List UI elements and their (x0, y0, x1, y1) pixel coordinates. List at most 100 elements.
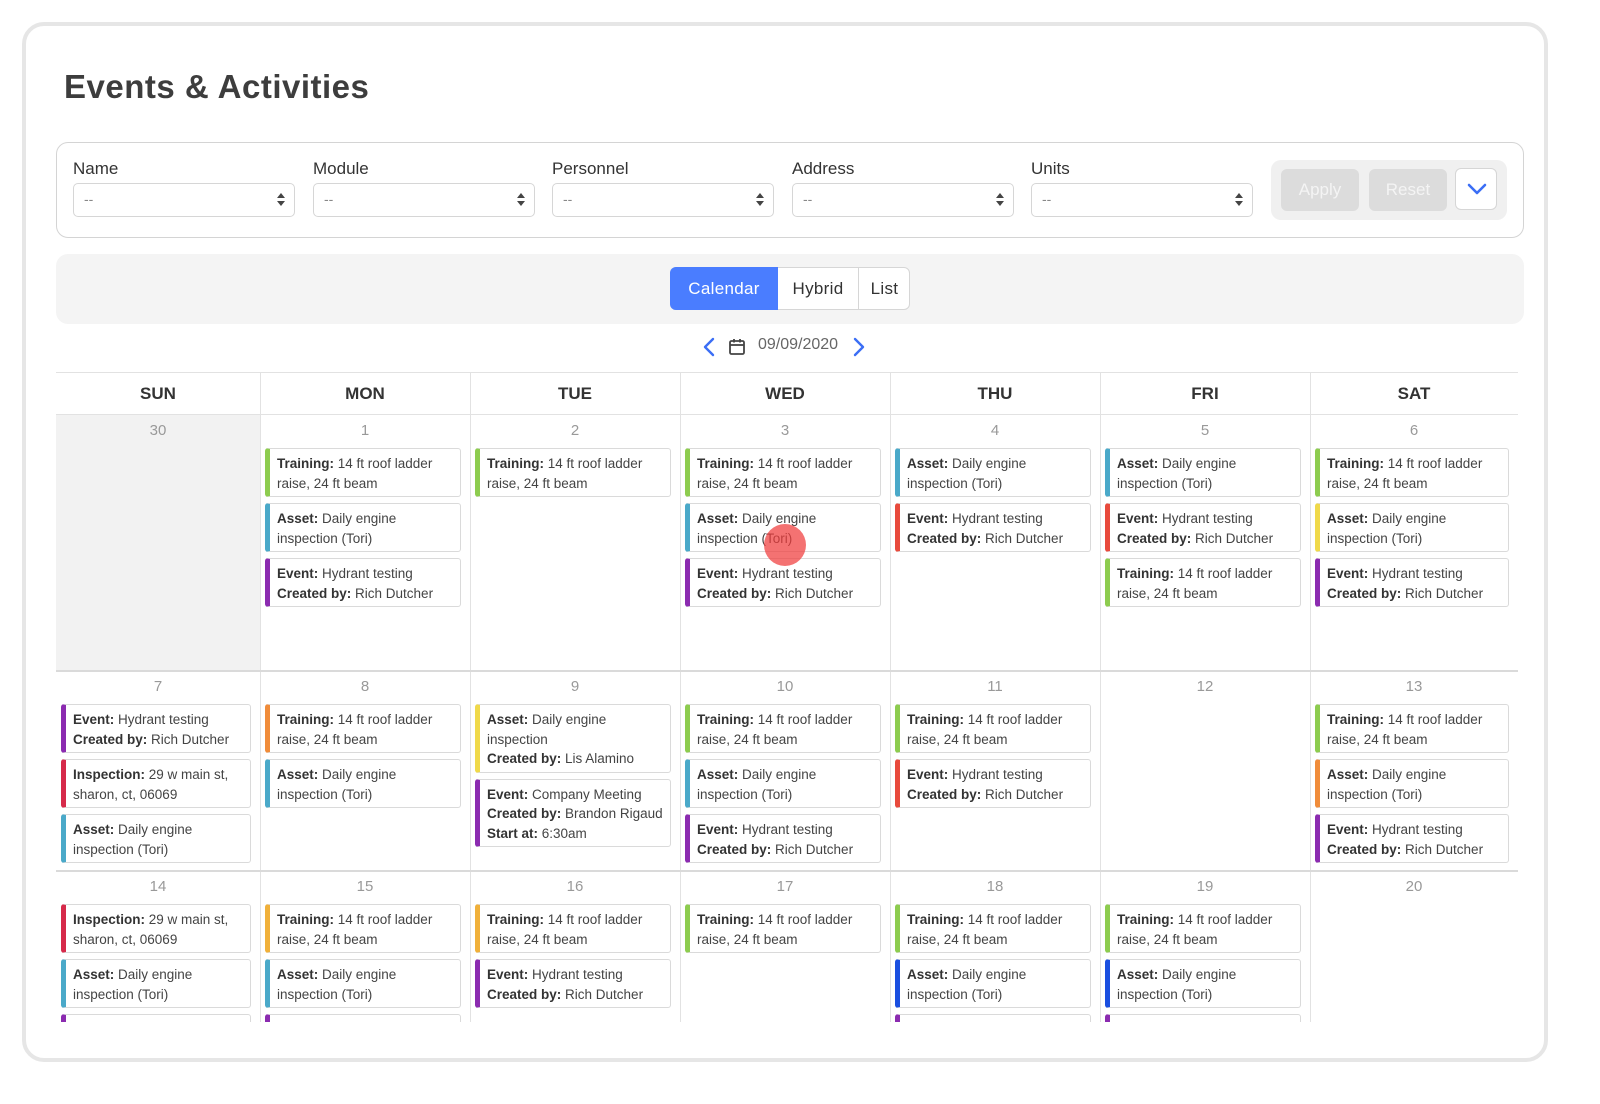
event-line-label: Event: (73, 712, 115, 727)
calendar-event[interactable]: Asset: Daily engine inspection (Tori) (61, 959, 251, 1008)
calendar-event[interactable]: Event: Hydrant testing Created by: Rich D… (1105, 503, 1301, 552)
calendar-day-cell[interactable]: 7 Event: Hydrant testing Created by: Rich … (56, 670, 260, 870)
calendar-day-cell[interactable]: 17 Training: 14 ft roof ladder raise, 24 … (680, 870, 890, 1022)
calendar-event[interactable]: Training: 14 ft roof ladder raise, 24 ft… (1315, 704, 1509, 753)
event-line-label: Created by: (1117, 530, 1192, 546)
calendar-event[interactable]: Event: Hydrant testing Created by: Rich D… (1315, 558, 1509, 607)
event-line-text: Rich Dutcher (147, 731, 230, 747)
event-line-label: Training: (487, 456, 544, 471)
calendar-day-cell[interactable]: 13 Training: 14 ft roof ladder raise, 24 … (1310, 670, 1518, 870)
column-divider (1100, 372, 1101, 1022)
calendar-event[interactable]: Asset: Daily engine inspection (Tori) (61, 814, 251, 863)
event-line-text: Hydrant testing (528, 967, 623, 982)
calendar-event[interactable]: Training: 14 ft roof ladder raise, 24 ft… (475, 904, 671, 953)
calendar-event[interactable]: Event: Hydrant testing Created by: Rich D… (61, 704, 251, 753)
module-select[interactable]: -- (313, 183, 535, 217)
calendar-event[interactable]: Training: 14 ft roof ladder raise, 24 ft… (265, 904, 461, 953)
event-line-label: Inspection: (73, 912, 146, 927)
calendar-event[interactable]: Asset: Daily engine inspection (Tori) (265, 759, 461, 808)
current-date[interactable]: 09/09/2020 (758, 336, 838, 354)
chevron-left-icon[interactable] (702, 337, 716, 357)
calendar-event[interactable]: Training: 14 ft roof ladder raise, 24 ft… (685, 704, 881, 753)
calendar-day-cell[interactable]: 6 Training: 14 ft roof ladder raise, 24 f… (1310, 414, 1518, 670)
expand-filters-button[interactable] (1455, 168, 1497, 210)
view-list-button[interactable]: List (858, 267, 910, 310)
calendar-icon[interactable] (728, 338, 746, 356)
calendar-day-cell[interactable]: 5 Asset: Daily engine inspection (Tori) Ev… (1100, 414, 1310, 670)
app-window: Events & Activities Name -- Module -- Pe… (22, 22, 1548, 1062)
calendar-day-cell[interactable]: 12 (1100, 670, 1310, 870)
calendar-day-cell[interactable]: 20 (1310, 870, 1518, 1022)
calendar-event[interactable]: Event: Hydrant testing Created by: Rich D… (895, 503, 1091, 552)
calendar-event[interactable]: Event: Hydrant testing Created by: Rich D… (895, 759, 1091, 808)
filter-module: Module -- (313, 157, 535, 217)
calendar-day-cell[interactable]: 15 Training: 14 ft roof ladder raise, 24 … (260, 870, 470, 1022)
calendar-event[interactable]: Asset: Daily engine inspection (Tori) (265, 503, 461, 552)
calendar-day-cell[interactable]: 8 Training: 14 ft roof ladder raise, 24 f… (260, 670, 470, 870)
event-line-text: Rich Dutcher (1401, 841, 1484, 857)
event-line-label: Event: (487, 786, 529, 802)
calendar-event[interactable]: Training: 14 ft roof ladder raise, 24 ft… (265, 704, 461, 753)
event-line-label: Created by: (73, 731, 148, 747)
calendar-day-cell[interactable]: 30 (56, 414, 260, 670)
calendar-event[interactable]: Event: Hydrant testing Created by: Rich D… (265, 558, 461, 607)
calendar-event[interactable] (1105, 1014, 1301, 1022)
calendar-day-cell[interactable]: 10 Training: 14 ft roof ladder raise, 24 … (680, 670, 890, 870)
day-number: 4 (990, 422, 1000, 439)
chevron-right-icon[interactable] (852, 337, 866, 357)
name-select[interactable]: -- (73, 183, 295, 217)
calendar-event[interactable]: Asset: Daily engine inspection (Tori) (1315, 503, 1509, 552)
calendar-event[interactable]: Training: 14 ft roof ladder raise, 24 ft… (475, 448, 671, 497)
view-hybrid-button[interactable]: Hybrid (778, 267, 858, 310)
calendar-day-cell[interactable]: 14 Inspection: 29 w main st, sharon, ct, … (56, 870, 260, 1022)
calendar-event[interactable]: Event: Hydrant testing Created by: Rich D… (1315, 814, 1509, 863)
event-line-label: Training: (1117, 912, 1174, 927)
calendar-event[interactable]: Inspection: 29 w main st, sharon, ct, 06… (61, 904, 251, 953)
event-line-label: Training: (1327, 712, 1384, 727)
calendar-event[interactable]: Event: Hydrant testing Created by: Rich D… (685, 814, 881, 863)
calendar-event[interactable]: Asset: Daily engine inspection (Tori) (685, 759, 881, 808)
calendar-event[interactable]: Training: 14 ft roof ladder raise, 24 ft… (685, 904, 881, 953)
event-line-label: Created by: (277, 585, 352, 601)
calendar-event[interactable] (895, 1014, 1091, 1022)
calendar-day-cell[interactable]: 4 Asset: Daily engine inspection (Tori) Ev… (890, 414, 1100, 670)
reset-button[interactable]: Reset (1369, 169, 1447, 211)
calendar-event[interactable]: Asset: Daily engine inspection (Tori) (1105, 448, 1301, 497)
calendar-event[interactable]: Training: 14 ft roof ladder raise, 24 ft… (895, 904, 1091, 953)
calendar-event[interactable]: Asset: Daily engine inspection (Tori) (895, 448, 1091, 497)
calendar-event[interactable]: Asset: Daily engine inspection (Tori) (265, 959, 461, 1008)
calendar-day-cell[interactable]: 11 Training: 14 ft roof ladder raise, 24 … (890, 670, 1100, 870)
calendar-event[interactable]: Asset: Daily engine inspection (Tori) (1315, 759, 1509, 808)
address-select[interactable]: -- (792, 183, 1014, 217)
event-line-label: Training: (277, 912, 334, 927)
calendar-day-cell[interactable]: 1 Training: 14 ft roof ladder raise, 24 f… (260, 414, 470, 670)
calendar-event[interactable]: Training: 14 ft roof ladder raise, 24 ft… (1105, 904, 1301, 953)
event-line: Training: 14 ft roof ladder raise, 24 ft… (907, 910, 1084, 949)
calendar-day-cell[interactable]: 18 Training: 14 ft roof ladder raise, 24 … (890, 870, 1100, 1022)
calendar-day-cell[interactable]: 2 Training: 14 ft roof ladder raise, 24 f… (470, 414, 680, 670)
calendar-event[interactable]: Training: 14 ft roof ladder raise, 24 ft… (1315, 448, 1509, 497)
calendar-event[interactable] (265, 1014, 461, 1022)
calendar-event[interactable]: Training: 14 ft roof ladder raise, 24 ft… (1105, 558, 1301, 607)
calendar-day-cell[interactable]: 19 Training: 14 ft roof ladder raise, 24 … (1100, 870, 1310, 1022)
calendar-event[interactable]: Training: 14 ft roof ladder raise, 24 ft… (265, 448, 461, 497)
calendar-day-cell[interactable]: 9 Asset: Daily engine inspection Created b… (470, 670, 680, 870)
event-line-label: Created by: (487, 986, 562, 1002)
view-calendar-button[interactable]: Calendar (670, 267, 778, 310)
units-select[interactable]: -- (1031, 183, 1253, 217)
calendar-event[interactable]: Training: 14 ft roof ladder raise, 24 ft… (895, 704, 1091, 753)
calendar-event[interactable] (61, 1014, 251, 1022)
calendar-day-cell[interactable]: 16 Training: 14 ft roof ladder raise, 24 … (470, 870, 680, 1022)
calendar-event[interactable]: Event: Hydrant testing Created by: Rich D… (475, 959, 671, 1008)
day-number: 3 (780, 422, 790, 439)
calendar-event[interactable]: Asset: Daily engine inspection (Tori) (895, 959, 1091, 1008)
day-number: 5 (1200, 422, 1210, 439)
calendar-event[interactable]: Event: Company Meeting Created by: Brando… (475, 778, 671, 847)
apply-button[interactable]: Apply (1281, 169, 1359, 211)
day-number: 20 (1405, 878, 1423, 895)
calendar-event[interactable]: Training: 14 ft roof ladder raise, 24 ft… (685, 448, 881, 497)
calendar-event[interactable]: Asset: Daily engine inspection (Tori) (1105, 959, 1301, 1008)
calendar-event[interactable]: Inspection: 29 w main st, sharon, ct, 06… (61, 759, 251, 808)
calendar-event[interactable]: Asset: Daily engine inspection Created by… (475, 704, 671, 773)
personnel-select[interactable]: -- (552, 183, 774, 217)
